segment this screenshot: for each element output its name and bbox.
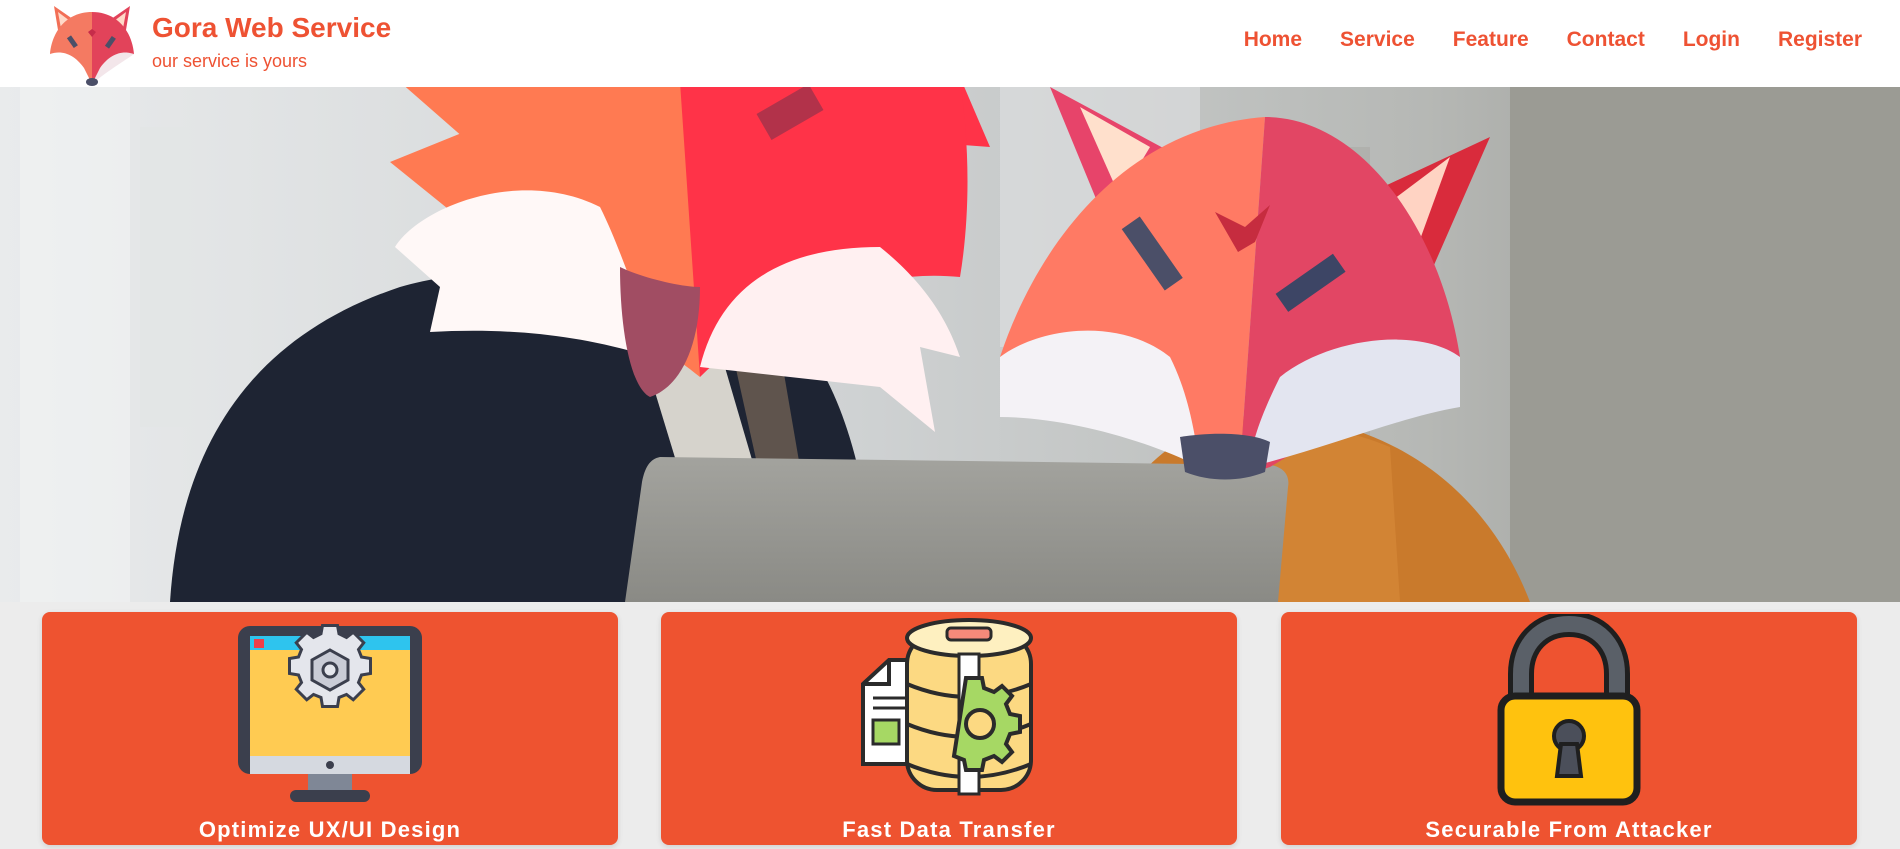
brand-subtitle: our service is yours <box>152 51 308 71</box>
nav-home-link[interactable]: Home <box>1244 28 1302 52</box>
database-gear-icon <box>849 614 1049 814</box>
nav-feature-link[interactable]: Feature <box>1453 28 1529 52</box>
padlock-icon <box>1469 610 1669 814</box>
nav-register-link[interactable]: Register <box>1778 28 1862 52</box>
feature-card-security[interactable]: Securable From Attacker <box>1281 610 1857 845</box>
nav-login-link[interactable]: Login <box>1683 28 1740 52</box>
feature-card-ux[interactable]: Optimize UX/UI Design <box>42 612 618 845</box>
feature-card-data-transfer[interactable]: Fast Data Transfer <box>661 612 1237 845</box>
nav-contact-link[interactable]: Contact <box>1567 28 1645 52</box>
nav-service-link[interactable]: Service <box>1340 28 1415 52</box>
feature-label: Securable From Attacker <box>1425 817 1713 842</box>
features-section: Optimize UX/UI Design Fast Data Transfer… <box>0 602 1900 849</box>
navbar: Gora Web Service our service is yours Ho… <box>0 0 1900 87</box>
feature-label: Optimize UX/UI Design <box>198 817 462 842</box>
feature-label: Fast Data Transfer <box>842 817 1056 842</box>
main-nav: Home Service Feature Contact Login Regis… <box>1244 28 1862 52</box>
monitor-gear-icon <box>230 614 430 814</box>
office-workers-with-fox-masks-image <box>0 87 1900 602</box>
brand-title[interactable]: Gora Web Service <box>152 12 391 44</box>
hero-banner <box>0 87 1900 602</box>
fox-logo-icon[interactable] <box>44 2 140 86</box>
